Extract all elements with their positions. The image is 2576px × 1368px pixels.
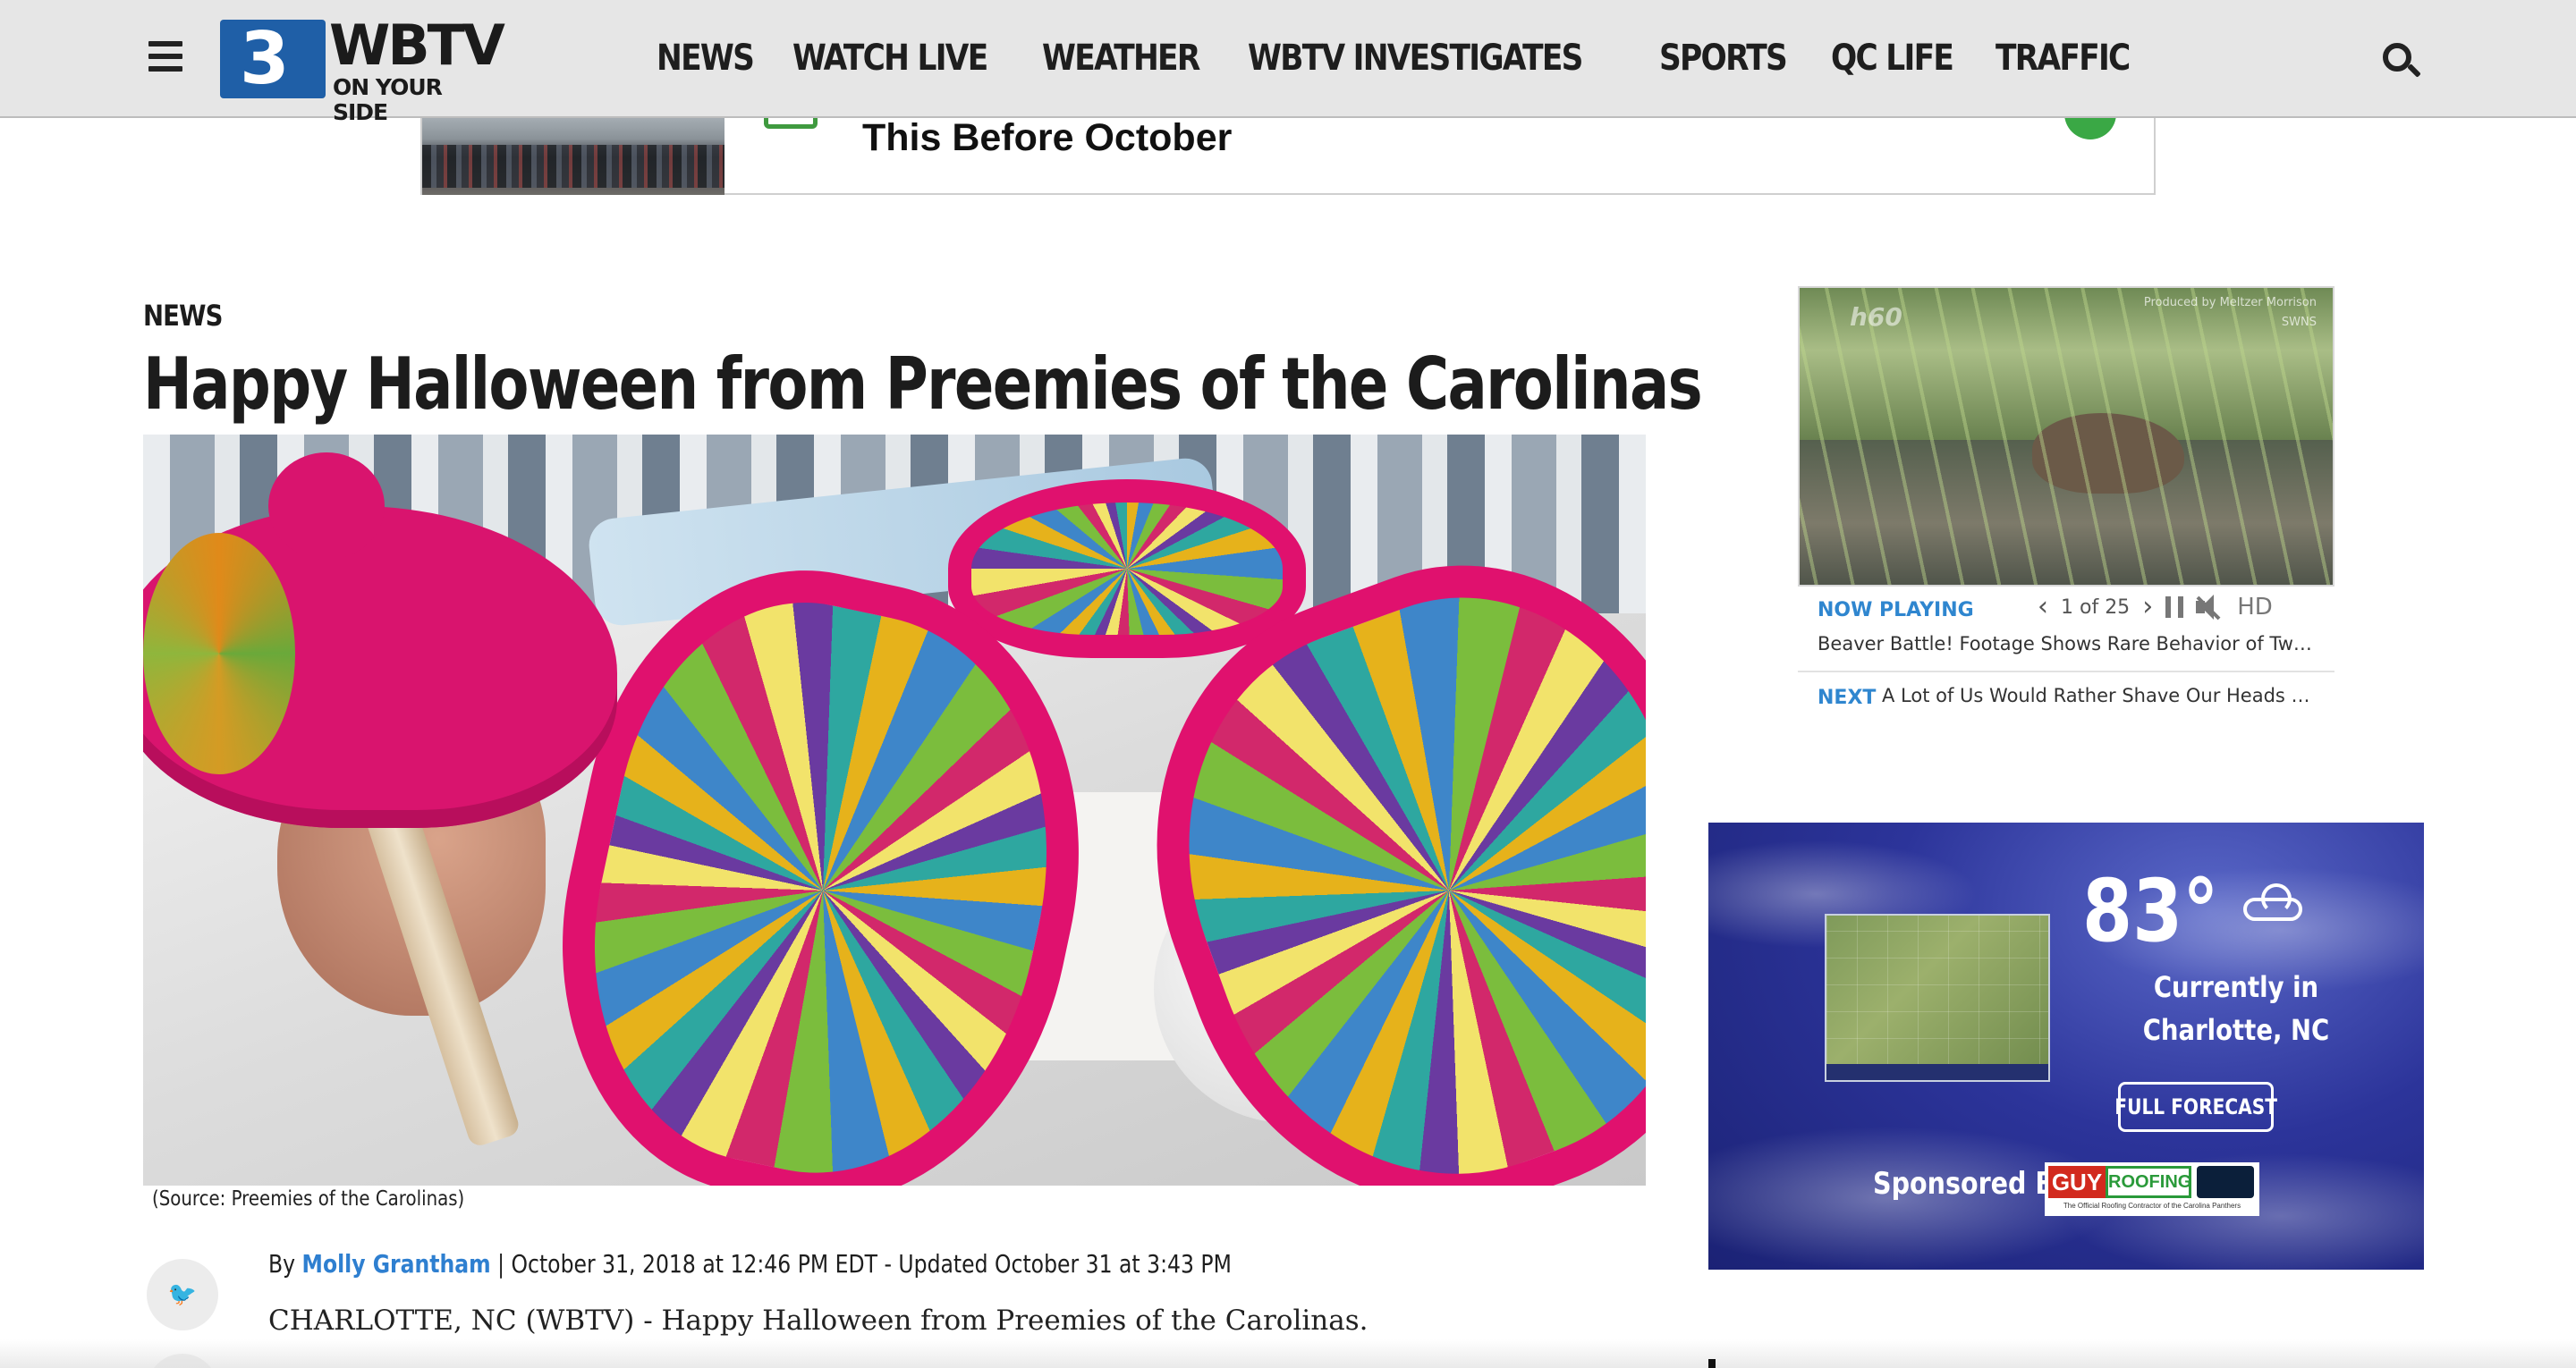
nav-qc-life[interactable]: QC LIFE bbox=[1831, 32, 1954, 84]
location-line-1: Currently in bbox=[2153, 970, 2319, 1004]
byline: By Molly Grantham | October 31, 2018 at … bbox=[268, 1246, 1232, 1282]
video-watermark: h60 bbox=[1850, 302, 1902, 332]
player-controls: ‹ 1 of 25 › HD bbox=[2038, 594, 2273, 621]
video-player[interactable]: h60 Produced by Meltzer Morrison SWNS bbox=[1798, 286, 2334, 587]
now-playing-label: NOW PLAYING bbox=[1818, 599, 1974, 621]
panthers-logo-icon bbox=[2197, 1166, 2254, 1198]
nav-traffic[interactable]: TRAFFIC bbox=[1996, 32, 2131, 84]
video-meta: NOW PLAYING ‹ 1 of 25 › HD Beaver Battle… bbox=[1798, 587, 2334, 721]
wbtv-logo[interactable]: 3 WBTV ON YOUR SIDE bbox=[220, 14, 505, 125]
main-nav: NEWS WATCH LIVE WEATHER WBTV INVESTIGATE… bbox=[657, 32, 2139, 84]
sponsor-tagline: The Official Roofing Contractor of the C… bbox=[2063, 1202, 2241, 1210]
article-headline: Happy Halloween from Preemies of the Car… bbox=[143, 342, 1703, 426]
nav-news[interactable]: NEWS bbox=[657, 32, 755, 84]
ad-headline: This Before October bbox=[862, 116, 1233, 159]
cloud-icon bbox=[2240, 880, 2308, 925]
logo-text: WBTV bbox=[329, 13, 505, 78]
video-credit: Produced by Meltzer Morrison SWNS bbox=[2143, 296, 2317, 329]
hd-toggle[interactable]: HD bbox=[2237, 594, 2273, 621]
nav-weather[interactable]: WEATHER bbox=[1042, 32, 1200, 84]
next-label: NEXT bbox=[1818, 687, 1877, 709]
nav-wbtv-investigates[interactable]: WBTV INVESTIGATES bbox=[1248, 32, 1583, 84]
nav-sports[interactable]: SPORTS bbox=[1659, 32, 1788, 84]
sponsor-name-2: ROOFING bbox=[2106, 1166, 2191, 1198]
sponsored-label: Sponsored By bbox=[1873, 1166, 2072, 1202]
page-fade bbox=[0, 1339, 2576, 1368]
chevron-right-icon[interactable]: › bbox=[2142, 594, 2153, 621]
weather-location: Currently in Charlotte, NC bbox=[2097, 966, 2375, 1051]
next-video-title[interactable]: A Lot of Us Would Rather Shave Our Heads… bbox=[1882, 685, 2320, 706]
hamburger-icon[interactable] bbox=[148, 41, 182, 72]
playlist-counter: 1 of 25 bbox=[2061, 595, 2131, 619]
weather-widget[interactable]: 83° Currently in Charlotte, NC FULL FORE… bbox=[1708, 823, 2424, 1270]
article-hero-image bbox=[143, 435, 1646, 1186]
search-icon[interactable] bbox=[2383, 43, 2422, 82]
location-line-2: Charlotte, NC bbox=[2142, 1013, 2330, 1047]
twitter-share-button[interactable]: 🐦 bbox=[147, 1259, 218, 1330]
current-temperature: 83° bbox=[2082, 861, 2219, 961]
site-header: 3 WBTV ON YOUR SIDE NEWS WATCH LIVE WEAT… bbox=[0, 0, 2576, 125]
section-label[interactable]: NEWS bbox=[143, 299, 223, 333]
byline-prefix: By bbox=[268, 1249, 302, 1279]
now-playing-title[interactable]: Beaver Battle! Footage Shows Rare Behavi… bbox=[1818, 633, 2318, 654]
dateline: | October 31, 2018 at 12:46 PM EDT - Upd… bbox=[490, 1249, 1232, 1279]
image-caption: (Source: Preemies of the Carolinas) bbox=[152, 1187, 465, 1211]
article-lede: CHARLOTTE, NC (WBTV) - Happy Halloween f… bbox=[268, 1305, 1368, 1337]
twitter-icon: 🐦 bbox=[167, 1281, 198, 1308]
logo-subtext: ON YOUR SIDE bbox=[333, 74, 443, 125]
full-forecast-button[interactable]: FULL FORECAST bbox=[2114, 1082, 2277, 1132]
chevron-left-icon[interactable]: ‹ bbox=[2038, 594, 2048, 621]
nav-watch-live[interactable]: WATCH LIVE bbox=[792, 32, 988, 84]
radar-map[interactable] bbox=[1825, 914, 2050, 1082]
sponsor-name-1: GUY bbox=[2048, 1166, 2106, 1198]
author-link[interactable]: Molly Grantham bbox=[302, 1249, 491, 1279]
logo-mark: 3 bbox=[220, 20, 326, 98]
pause-icon[interactable] bbox=[2165, 596, 2184, 618]
mute-icon[interactable] bbox=[2196, 595, 2224, 621]
scroll-marker bbox=[1708, 1359, 1716, 1368]
sponsor-logo[interactable]: GUY ROOFING The Official Roofing Contrac… bbox=[2045, 1162, 2259, 1216]
divider bbox=[1798, 671, 2334, 672]
